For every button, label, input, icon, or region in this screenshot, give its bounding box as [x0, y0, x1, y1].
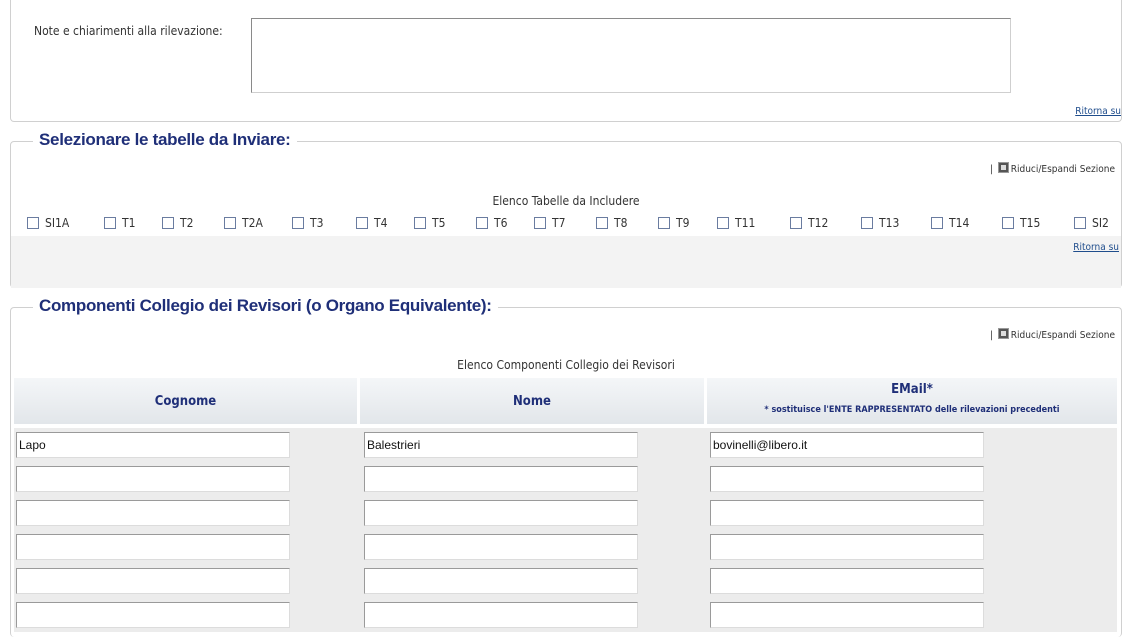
- checkbox-label: T13: [879, 216, 900, 230]
- collapse-icon[interactable]: [997, 162, 1009, 173]
- revisori-list-title: Elenco Componenti Collegio dei Revisori: [457, 358, 675, 372]
- checkbox-label: T4: [374, 216, 388, 230]
- column-header-cognome: Cognome: [14, 378, 357, 424]
- tables-panel: Selezionare le tabelle da Inviare: | Rid…: [10, 130, 1122, 288]
- checkbox-icon[interactable]: [27, 217, 39, 229]
- checkbox-icon[interactable]: [104, 217, 116, 229]
- checkbox-t7[interactable]: T7: [534, 216, 565, 230]
- notes-label: Note e chiarimenti alla rilevazione:: [34, 24, 223, 38]
- checkbox-t2[interactable]: T2: [162, 216, 193, 230]
- checkbox-icon[interactable]: [931, 217, 943, 229]
- tables-footer-band: [11, 236, 1121, 288]
- notes-return-link[interactable]: Ritorna su: [1075, 106, 1121, 117]
- checkbox-si2[interactable]: SI2: [1074, 216, 1109, 230]
- nome-input[interactable]: [364, 534, 638, 560]
- tables-toggle[interactable]: | Riduci/Espandi Sezione: [990, 162, 1115, 175]
- checkbox-t1[interactable]: T1: [104, 216, 135, 230]
- checkbox-icon[interactable]: [224, 217, 236, 229]
- header-label: Nome: [513, 394, 551, 409]
- separator: |: [989, 330, 993, 341]
- separator: |: [989, 164, 993, 175]
- checkbox-t6[interactable]: T6: [476, 216, 507, 230]
- checkbox-t11[interactable]: T11: [717, 216, 755, 230]
- notes-panel: Note e chiarimenti alla rilevazione: Rit…: [10, 0, 1122, 122]
- checkbox-t5[interactable]: T5: [414, 216, 445, 230]
- checkbox-label: T11: [735, 216, 756, 230]
- checkbox-t3[interactable]: T3: [292, 216, 323, 230]
- tables-return-link[interactable]: Ritorna su: [1073, 242, 1119, 253]
- cognome-input[interactable]: [16, 466, 290, 492]
- checkbox-t9[interactable]: T9: [658, 216, 689, 230]
- checkbox-label: SI2: [1092, 216, 1109, 230]
- cognome-input[interactable]: Lapo: [16, 432, 290, 458]
- nome-input[interactable]: [364, 602, 638, 628]
- checkbox-icon[interactable]: [1002, 217, 1014, 229]
- checkbox-t15[interactable]: T15: [1002, 216, 1040, 230]
- checkbox-label: T5: [432, 216, 446, 230]
- checkbox-label: T8: [614, 216, 628, 230]
- checkbox-label: T9: [676, 216, 690, 230]
- checkbox-label: T15: [1020, 216, 1041, 230]
- nome-input[interactable]: [364, 466, 638, 492]
- cognome-input[interactable]: [16, 602, 290, 628]
- email-input[interactable]: [710, 534, 984, 560]
- checkbox-t13[interactable]: T13: [861, 216, 899, 230]
- checkbox-label: T6: [494, 216, 508, 230]
- revisori-toggle[interactable]: | Riduci/Espandi Sezione: [990, 328, 1115, 341]
- checkbox-icon[interactable]: [861, 217, 873, 229]
- tables-checkbox-row: SI1A T1 T2 T2A T3 T4 T5 T6 T7 T8 T9 T11 …: [16, 216, 1122, 234]
- checkbox-t14[interactable]: T14: [931, 216, 969, 230]
- email-input[interactable]: bovinelli@libero.it: [710, 432, 984, 458]
- tables-list-title: Elenco Tabelle da Includere: [492, 194, 640, 208]
- cognome-input[interactable]: [16, 568, 290, 594]
- checkbox-t8[interactable]: T8: [596, 216, 627, 230]
- checkbox-icon[interactable]: [414, 217, 426, 229]
- email-input[interactable]: [710, 602, 984, 628]
- checkbox-icon[interactable]: [717, 217, 729, 229]
- nome-input[interactable]: Balestrieri: [364, 432, 638, 458]
- checkbox-label: T2A: [242, 216, 263, 230]
- checkbox-label: T2: [180, 216, 194, 230]
- column-header-email: EMail* * sostituisce l'ENTE RAPPRESENTAT…: [707, 378, 1117, 424]
- header-label: Cognome: [154, 394, 217, 409]
- revisori-section-legend: Componenti Collegio dei Revisori (o Orga…: [33, 296, 498, 316]
- notes-textarea[interactable]: [251, 18, 1011, 93]
- email-note: * sostituisce l'ENTE RAPPRESENTATO delle…: [764, 405, 1060, 415]
- tables-section-legend: Selezionare le tabelle da Inviare:: [33, 130, 297, 150]
- email-input[interactable]: [710, 466, 984, 492]
- checkbox-icon[interactable]: [658, 217, 670, 229]
- column-header-nome: Nome: [360, 378, 704, 424]
- checkbox-icon[interactable]: [790, 217, 802, 229]
- checkbox-label: SI1A: [45, 216, 70, 230]
- checkbox-icon[interactable]: [356, 217, 368, 229]
- checkbox-icon[interactable]: [162, 217, 174, 229]
- checkbox-icon[interactable]: [534, 217, 546, 229]
- checkbox-label: T1: [122, 216, 136, 230]
- collapse-icon[interactable]: [997, 328, 1009, 339]
- checkbox-si1a[interactable]: SI1A: [27, 216, 69, 230]
- checkbox-label: T7: [552, 216, 566, 230]
- checkbox-t2a[interactable]: T2A: [224, 216, 263, 230]
- checkbox-t12[interactable]: T12: [790, 216, 828, 230]
- checkbox-icon[interactable]: [596, 217, 608, 229]
- checkbox-t4[interactable]: T4: [356, 216, 387, 230]
- checkbox-icon[interactable]: [292, 217, 304, 229]
- checkbox-label: T3: [310, 216, 324, 230]
- toggle-label[interactable]: Riduci/Espandi Sezione: [1011, 164, 1115, 175]
- checkbox-label: T12: [808, 216, 829, 230]
- checkbox-label: T14: [949, 216, 970, 230]
- nome-input[interactable]: [364, 568, 638, 594]
- cognome-input[interactable]: [16, 534, 290, 560]
- checkbox-icon[interactable]: [1074, 217, 1086, 229]
- nome-input[interactable]: [364, 500, 638, 526]
- checkbox-icon[interactable]: [476, 217, 488, 229]
- header-label: EMail*: [891, 382, 933, 397]
- email-input[interactable]: [710, 500, 984, 526]
- toggle-label[interactable]: Riduci/Espandi Sezione: [1011, 330, 1115, 341]
- email-input[interactable]: [710, 568, 984, 594]
- cognome-input[interactable]: [16, 500, 290, 526]
